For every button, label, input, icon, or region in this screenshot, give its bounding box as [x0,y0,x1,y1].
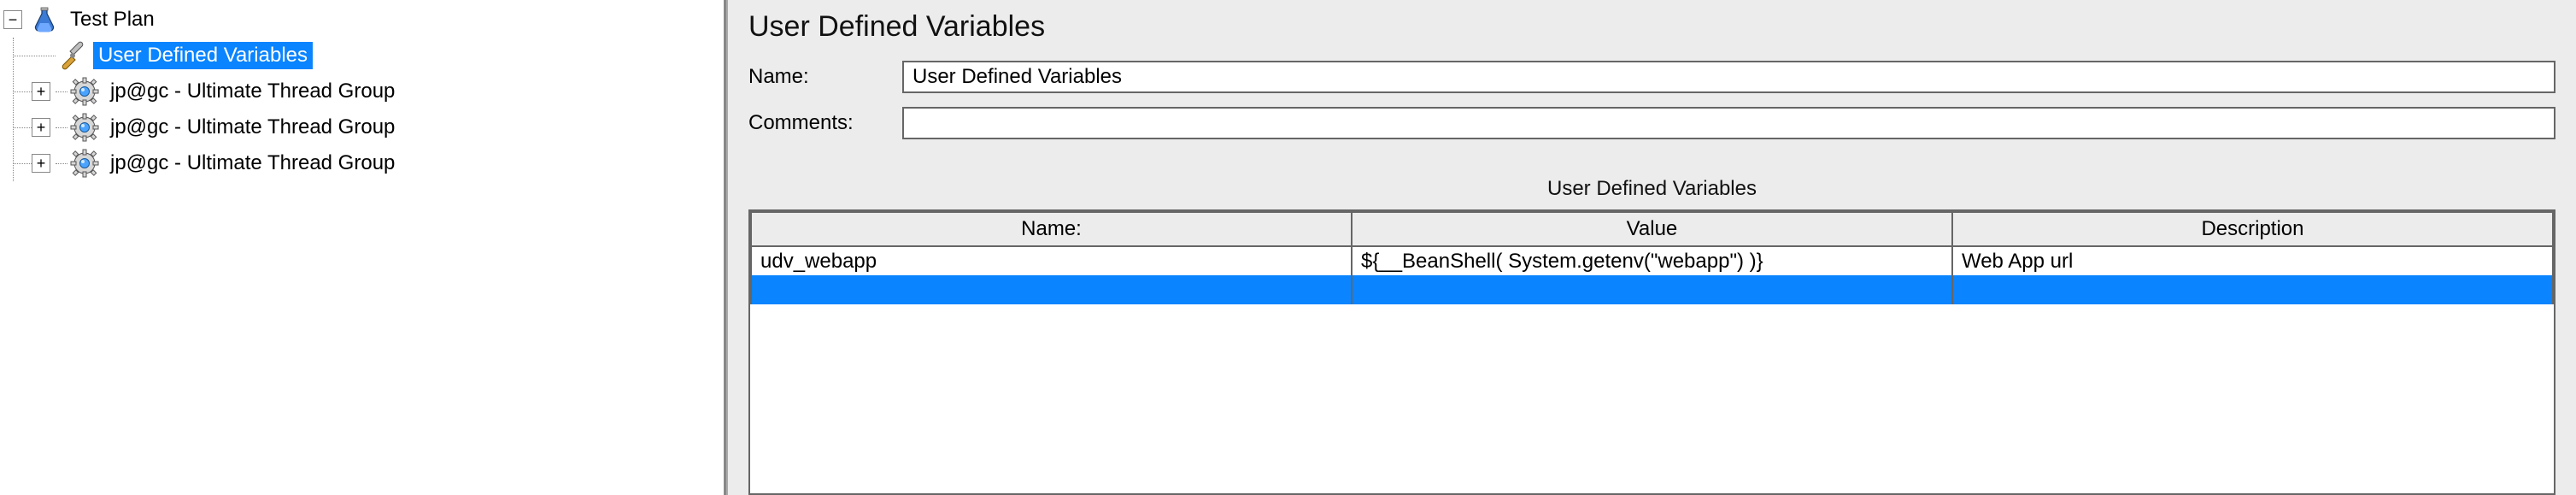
table-row[interactable]: udv_webapp ${__BeanShell( System.getenv(… [751,246,2553,275]
page-title: User Defined Variables [748,10,2555,44]
cell-description[interactable]: Web App url [1952,246,2553,275]
col-name[interactable]: Name: [751,212,1352,246]
tree-toggle-3[interactable]: + [32,154,50,173]
table-header-row[interactable]: Name: Value Description [751,212,2553,246]
gear-icon [69,76,100,107]
tree-label-udv: User Defined Variables [93,42,313,69]
tree-node-test-plan[interactable]: − Test Plan [3,2,724,38]
app-root: − Test Plan [0,0,2576,495]
table-empty-area[interactable] [750,304,2554,493]
tree-node-thread-group-3[interactable]: + [13,145,724,181]
name-label: Name: [748,65,902,89]
udv-table[interactable]: Name: Value Description udv_webapp ${__B… [750,211,2554,304]
col-value[interactable]: Value [1352,212,1952,246]
cell-empty[interactable] [1952,275,2553,304]
tree-label-tg2: jp@gc - Ultimate Thread Group [105,114,400,141]
gear-icon [69,148,100,179]
tree-toggle-2[interactable]: + [32,118,50,137]
table-section-title: User Defined Variables [748,177,2555,201]
cell-empty[interactable] [751,275,1352,304]
name-row: Name: [748,61,2555,93]
udv-table-container: Name: Value Description udv_webapp ${__B… [748,209,2555,495]
tree-label-root: Test Plan [65,6,160,33]
tree-node-thread-group-2[interactable]: + [13,109,724,145]
comments-label: Comments: [748,111,902,135]
tree-node-user-defined-variables[interactable]: User Defined Variables [13,38,724,74]
comments-input[interactable] [902,107,2555,139]
main-panel: User Defined Variables Name: Comments: U… [726,0,2576,495]
tree-panel: − Test Plan [0,0,726,495]
tree-toggle-root[interactable]: − [3,10,22,29]
tree-label-tg3: jp@gc - Ultimate Thread Group [105,150,400,177]
col-description[interactable]: Description [1952,212,2553,246]
flask-icon [29,4,60,35]
tree-toggle-1[interactable]: + [32,82,50,101]
cell-name[interactable]: udv_webapp [751,246,1352,275]
name-input[interactable] [902,61,2555,93]
cell-value[interactable]: ${__BeanShell( System.getenv("webapp") )… [1352,246,1952,275]
cell-empty[interactable] [1352,275,1952,304]
wrench-icon [57,40,88,71]
gear-icon [69,112,100,143]
comments-row: Comments: [748,107,2555,139]
tree-label-tg1: jp@gc - Ultimate Thread Group [105,78,400,105]
tree-node-thread-group-1[interactable]: + [13,74,724,109]
table-row-selected-empty[interactable] [751,275,2553,304]
